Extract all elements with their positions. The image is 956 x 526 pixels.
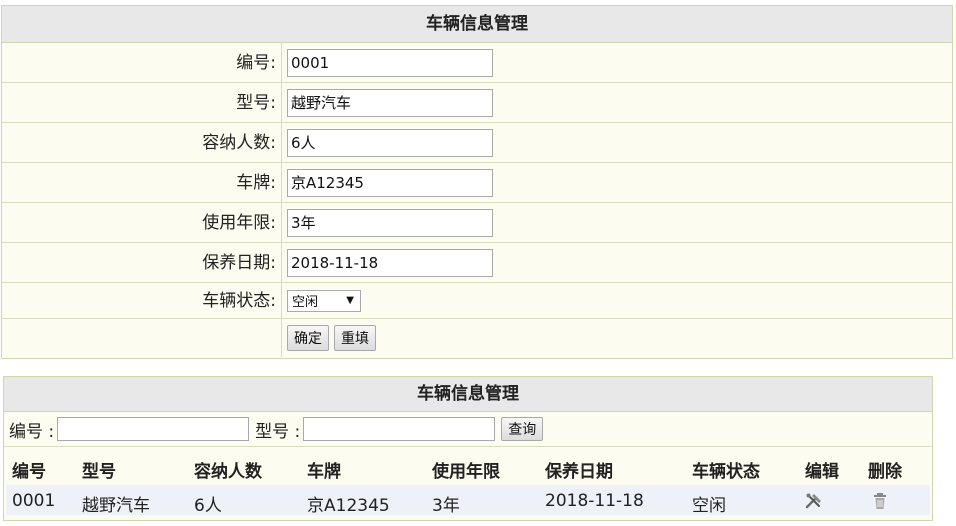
status-select[interactable]: 空闲 ▼: [287, 289, 361, 312]
capacity-input[interactable]: [287, 128, 493, 157]
form-row-model: 型号:: [2, 83, 952, 123]
cell-status: 空闲: [692, 496, 726, 516]
search-model-label: 型号 :: [255, 421, 301, 442]
cell-capacity: 6人: [194, 496, 222, 516]
search-number-input[interactable]: [57, 417, 250, 441]
form-row-capacity: 容纳人数:: [2, 123, 952, 163]
service-life-label: 使用年限:: [2, 203, 282, 242]
actions-label-cell: [2, 319, 282, 357]
edit-tools-icon[interactable]: [804, 491, 824, 511]
plate-input[interactable]: [287, 168, 493, 197]
model-label: 型号:: [2, 83, 282, 122]
vehicle-form: 车辆信息管理 编号: 型号: 容纳人数: 车牌: 使用年限: 保养日期: 车辆状…: [1, 5, 953, 359]
column-header-model: 型号: [82, 462, 116, 482]
cell-number: 0001: [12, 491, 56, 511]
column-header-capacity: 容纳人数: [194, 462, 262, 482]
column-header-maintenance-date: 保养日期: [545, 462, 613, 482]
query-button[interactable]: 查询: [501, 417, 544, 441]
dropdown-arrow-icon: ▼: [346, 295, 354, 306]
maintenance-date-input[interactable]: [287, 248, 493, 277]
trash-icon[interactable]: [870, 491, 890, 511]
cell-model: 越野汽车: [82, 496, 150, 516]
cell-maintenance-date: 2018-11-18: [545, 491, 644, 511]
capacity-label: 容纳人数:: [2, 123, 282, 162]
number-input[interactable]: [287, 48, 493, 77]
reset-button[interactable]: 重填: [334, 325, 376, 351]
search-bar: 编号 : 型号 : 查询: [4, 412, 932, 447]
search-number-label: 编号 :: [9, 421, 55, 442]
status-select-value: 空闲: [292, 295, 319, 310]
cell-service-life: 3年: [432, 496, 460, 516]
plate-label: 车牌:: [2, 163, 282, 202]
form-row-number: 编号:: [2, 43, 952, 83]
service-life-input[interactable]: [287, 208, 493, 237]
maintenance-date-label: 保养日期:: [2, 243, 282, 282]
column-header-service-life: 使用年限: [432, 462, 500, 482]
column-header-delete: 删除: [868, 462, 902, 482]
column-header-status: 车辆状态: [692, 462, 760, 482]
status-label: 车辆状态:: [2, 283, 282, 318]
form-row-plate: 车牌:: [2, 163, 952, 203]
form-row-service-life: 使用年限:: [2, 203, 952, 243]
confirm-button[interactable]: 确定: [287, 325, 329, 351]
number-label: 编号:: [2, 43, 282, 82]
cell-plate: 京A12345: [307, 496, 390, 516]
model-input[interactable]: [287, 88, 493, 117]
column-header-number: 编号: [12, 462, 46, 482]
form-row-actions: 确定 重填: [2, 319, 952, 357]
column-header-plate: 车牌: [307, 462, 341, 482]
vehicle-list: 车辆信息管理 编号 : 型号 : 查询 编号 型号 容纳人数 车牌 使用年限 保…: [3, 376, 933, 521]
vehicle-table: 编号 型号 容纳人数 车牌 使用年限 保养日期 车辆状态 编辑 删除 0001 …: [4, 447, 932, 521]
search-model-input[interactable]: [303, 417, 496, 441]
form-row-status: 车辆状态: 空闲 ▼: [2, 283, 952, 319]
form-row-maintenance-date: 保养日期:: [2, 243, 952, 283]
list-title: 车辆信息管理: [4, 377, 932, 412]
form-title: 车辆信息管理: [2, 6, 952, 43]
column-header-edit: 编辑: [805, 462, 839, 482]
